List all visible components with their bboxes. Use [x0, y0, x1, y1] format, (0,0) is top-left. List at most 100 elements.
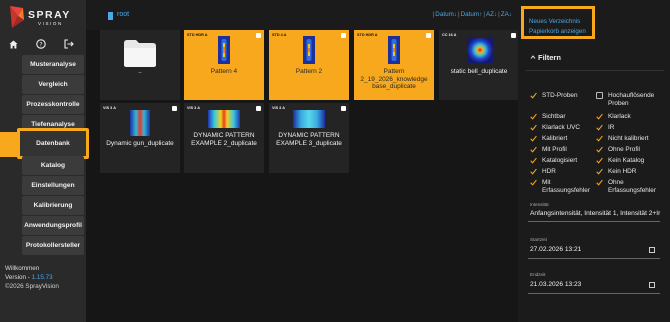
tile-pattern-4[interactable]: STD HDR A Pattern 4	[184, 30, 264, 100]
sidebar: SPRAY VISION ? Musteranalyse Vergleich P…	[0, 0, 89, 322]
folder-actions: Neues Verzeichnis Papierkorb anzeigen	[521, 6, 595, 39]
calendar-icon[interactable]	[649, 247, 655, 253]
show-trash-link[interactable]: Papierkorb anzeigen	[529, 28, 586, 35]
check-icon	[596, 146, 603, 153]
tile-label: Pattern 4	[210, 68, 238, 75]
tile-checkbox[interactable]	[511, 33, 516, 38]
filter-label: Ohne Erfassungsfehler	[608, 179, 656, 194]
tile-tag: VIS 3 A	[103, 106, 116, 110]
tile-tag: VIS 3 A	[272, 106, 285, 110]
filter-divider	[526, 70, 664, 71]
tile-tag: CC 16 A	[442, 33, 457, 37]
pattern-thumbnail-icon	[293, 110, 325, 128]
path-bar: root |Datum↓|Datum↑|AZ↓|ZA↓	[86, 0, 518, 30]
sidebar-item-kalibrierung[interactable]: Kalibrierung	[22, 196, 84, 215]
logout-icon[interactable]	[62, 37, 76, 51]
chevron-up-icon[interactable]	[530, 54, 536, 60]
intensity-label: Intensität	[530, 202, 549, 207]
tile-tag: STD 4 A	[272, 33, 287, 37]
check-icon	[596, 179, 603, 186]
tile-checkbox[interactable]	[341, 106, 346, 111]
logo-mark-icon	[10, 6, 24, 28]
home-icon[interactable]	[6, 37, 20, 51]
pattern-thumbnail-icon	[303, 36, 315, 64]
sort-az[interactable]: AZ↓	[486, 11, 497, 18]
tile-parent-folder[interactable]: ..	[100, 30, 180, 100]
check-icon	[530, 168, 537, 175]
tile-pattern-2[interactable]: STD 4 A Pattern 2	[269, 30, 349, 100]
sidebar-item-vergleich[interactable]: Vergleich	[22, 75, 84, 94]
sidebar-item-prozesskontrolle[interactable]: Prozesskontrolle	[22, 95, 84, 114]
pattern-thumbnail-icon	[130, 110, 150, 136]
sidebar-footer: Willkommen Version - 1.15.73 ©2026 Spray…	[5, 264, 59, 291]
end-time-input[interactable]: 21.03.2026 13:23	[530, 281, 581, 288]
pattern-thumbnail-icon	[208, 110, 240, 128]
tile-tag: VIS 3 A	[187, 106, 200, 110]
filter-label: Kein HDR	[608, 168, 637, 175]
filter-label: Kein Katalog	[608, 157, 645, 164]
version-number[interactable]: 1.15.73	[32, 274, 53, 281]
filter-label: Sichtbar	[542, 113, 566, 120]
tile-checkbox[interactable]	[172, 106, 177, 111]
tile-label: ..	[138, 68, 142, 75]
help-icon[interactable]: ?	[34, 37, 48, 51]
sort-date-desc[interactable]: Datum↓	[435, 11, 457, 18]
filter-label: HDR	[542, 168, 556, 175]
check-icon	[530, 135, 537, 142]
check-icon	[530, 157, 537, 164]
intensity-underline	[528, 221, 660, 222]
filter-title[interactable]: Filtern	[538, 53, 561, 62]
start-time-input[interactable]: 27.02.2026 13:21	[530, 246, 581, 253]
filter-label: Klarlack UVC	[542, 124, 580, 131]
filter-label: Mit Erfassungsfehler	[542, 179, 590, 194]
check-icon	[596, 124, 603, 131]
sort-date-asc[interactable]: Datum↑	[461, 11, 483, 18]
tile-checkbox[interactable]	[341, 33, 346, 38]
checkbox-unchecked	[596, 92, 603, 99]
check-icon	[530, 146, 537, 153]
filter-label: Hochauflösende Proben	[608, 92, 655, 107]
tile-label: Pattern 2_19_2026_knowledge base_duplica…	[360, 68, 428, 91]
logo-subtext: VISION	[38, 21, 63, 26]
sidebar-item-einstellungen[interactable]: Einstellungen	[22, 176, 84, 195]
tile-dynamic-gun[interactable]: VIS 3 A Dynamic gun_duplicate	[100, 103, 180, 173]
sidebar-item-protokollersteller[interactable]: Protokollersteller	[22, 236, 84, 255]
sidebar-item-katalog[interactable]: Katalog	[22, 156, 84, 175]
sidebar-item-anwendungsprofil[interactable]: Anwendungsprofil	[22, 216, 84, 235]
new-folder-link[interactable]: Neues Verzeichnis	[529, 18, 580, 25]
filter-label: Nicht kalibriert	[608, 135, 649, 142]
calendar-icon[interactable]	[649, 282, 655, 288]
check-icon	[530, 92, 537, 99]
svg-text:?: ?	[39, 41, 42, 48]
welcome-text: Willkommen	[5, 265, 40, 272]
sidebar-item-musteranalyse[interactable]: Musteranalyse	[22, 55, 84, 74]
tile-checkbox[interactable]	[256, 106, 261, 111]
filter-label: Katalogisiert	[542, 157, 578, 164]
breadcrumb-root[interactable]: root	[117, 11, 129, 18]
tile-label: DYNAMIC PATTERN EXAMPLE 3_duplicate	[276, 132, 342, 147]
filter-label: Mit Profil	[542, 146, 567, 153]
tile-checkbox[interactable]	[256, 33, 261, 38]
check-icon	[530, 113, 537, 120]
filter-label: Klarlack	[608, 113, 631, 120]
end-time-label: Endzeit	[530, 272, 546, 277]
pattern-thumbnail-icon	[218, 36, 230, 64]
pattern-thumbnail-icon	[467, 37, 493, 63]
tile-pattern-2-knowledge-base[interactable]: STD HDR A Pattern 2_19_2026_knowledge ba…	[354, 30, 434, 100]
filter-label: Ohne Profil	[608, 146, 640, 153]
tile-static-bell[interactable]: CC 16 A static bell_duplicate	[439, 30, 519, 100]
logo-text: SPRAY	[28, 9, 71, 21]
tile-checkbox[interactable]	[426, 33, 431, 38]
sort-links: |Datum↓|Datum↑|AZ↓|ZA↓	[432, 11, 512, 18]
intensity-select[interactable]: Anfangsintensität, Intensität 1, Intensi…	[530, 210, 660, 217]
tile-label: static bell_duplicate	[450, 68, 508, 75]
sort-za[interactable]: ZA↓	[501, 11, 512, 18]
tile-dynamic-pattern-2[interactable]: VIS 3 A DYNAMIC PATTERN EXAMPLE 2_duplic…	[184, 103, 264, 173]
tile-dynamic-pattern-3[interactable]: VIS 3 A DYNAMIC PATTERN EXAMPLE 3_duplic…	[269, 103, 349, 173]
brand-logo: SPRAY VISION	[8, 6, 84, 30]
folder-icon	[108, 12, 113, 20]
tile-tag: STD HDR A	[187, 33, 208, 37]
filter-label: STD-Proben	[542, 92, 578, 99]
start-time-label: Startzeit	[530, 237, 547, 242]
sidebar-item-datenbank[interactable]: Datenbank	[17, 128, 89, 159]
